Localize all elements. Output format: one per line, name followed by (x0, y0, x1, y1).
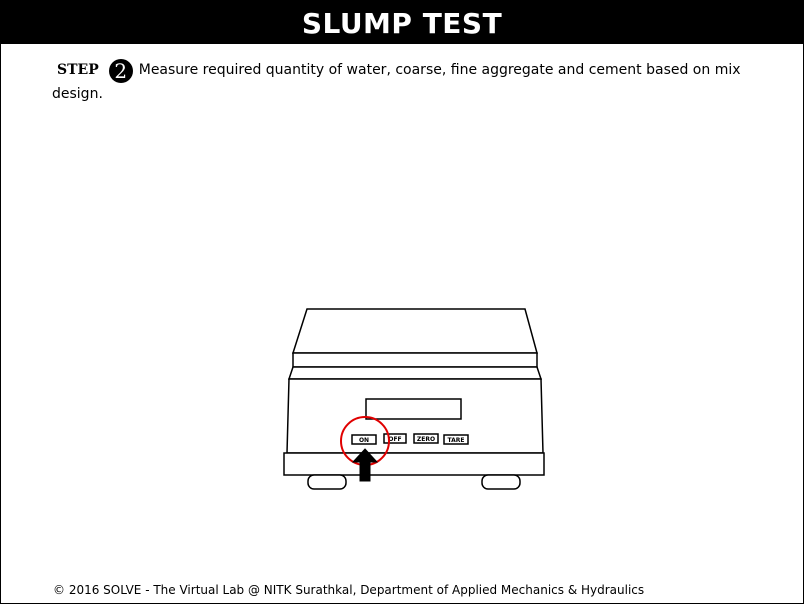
off-button-label: OFF (388, 436, 401, 443)
scale-neck (287, 366, 543, 380)
weighing-scale: ON OFF ZERO TARE (283, 308, 545, 490)
step-number-badge: 2 (108, 59, 133, 83)
scale-base (283, 452, 545, 476)
tare-button-label: TARE (448, 437, 465, 444)
scale-pan-top (291, 308, 538, 354)
zero-button-label: ZERO (417, 436, 435, 443)
step-text: Measure required quantity of water, coar… (52, 62, 741, 102)
scale-display (365, 398, 462, 420)
on-button[interactable]: ON (351, 434, 377, 445)
scale-pan-edge (292, 352, 538, 368)
page-title: SLUMP TEST (1, 1, 803, 44)
step-instruction: STEP 2 Measure required quantity of water,… (52, 59, 762, 106)
scale-foot-left (307, 474, 347, 490)
footer-copyright: © 2016 SOLVE - The Virtual Lab @ NITK Su… (53, 583, 645, 597)
tare-button[interactable]: TARE (443, 434, 469, 445)
lab-frame: SLUMP TEST STEP 2 Measure required quantit… (0, 0, 804, 604)
scale-foot-right (481, 474, 521, 490)
on-button-label: ON (359, 437, 369, 444)
step-label: STEP (57, 62, 99, 78)
zero-button[interactable]: ZERO (413, 433, 439, 444)
